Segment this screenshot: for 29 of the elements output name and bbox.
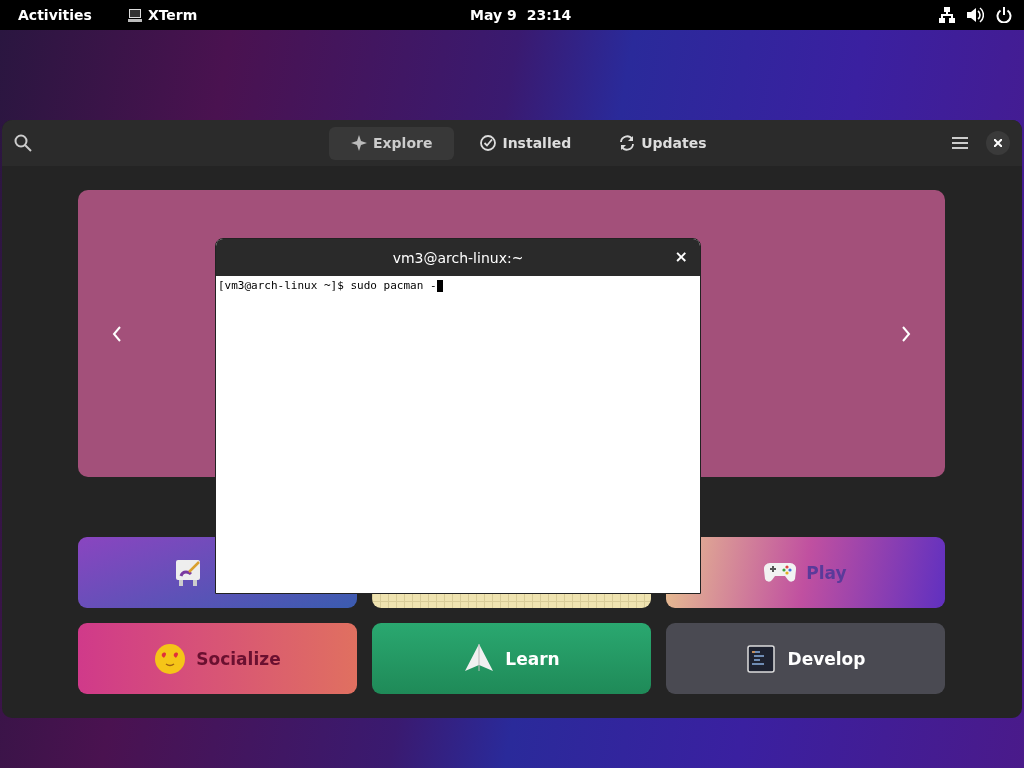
- category-tile[interactable]: Learn: [372, 623, 651, 694]
- window-title: vm3@arch-linux:~: [392, 249, 524, 266]
- time-label[interactable]: 23:14: [526, 7, 572, 23]
- menu-icon[interactable]: [952, 136, 968, 150]
- code-editor-icon: [745, 642, 778, 675]
- category-tile[interactable]: Develop: [666, 623, 945, 694]
- volume-icon[interactable]: [967, 7, 984, 23]
- network-icon[interactable]: [939, 7, 955, 23]
- terminal-icon: [127, 8, 142, 22]
- installed-icon: [480, 135, 497, 151]
- chevron-left-icon[interactable]: [112, 325, 122, 342]
- smiling-face-icon: [154, 642, 187, 675]
- close-icon: [994, 139, 1002, 147]
- date-label[interactable]: May 9: [470, 7, 517, 23]
- app-menu-label[interactable]: XTerm: [147, 7, 198, 23]
- search-icon[interactable]: [14, 134, 32, 152]
- close-button[interactable]: [986, 131, 1010, 155]
- chevron-right-icon[interactable]: [901, 325, 911, 342]
- power-icon[interactable]: [996, 7, 1012, 23]
- explore-icon: [351, 135, 367, 151]
- terminal-prompt: [vm3@arch-linux ~]$ sudo pacman -: [218, 279, 437, 292]
- tab[interactable]: Explore: [329, 126, 455, 160]
- tab[interactable]: Installed: [458, 126, 594, 160]
- close-button[interactable]: ×: [674, 248, 688, 266]
- easel-icon: [174, 558, 201, 587]
- text-cursor: [436, 279, 443, 292]
- tab[interactable]: Updates: [597, 126, 729, 160]
- updates-icon: [619, 135, 636, 151]
- activities-button[interactable]: Activities: [18, 7, 92, 23]
